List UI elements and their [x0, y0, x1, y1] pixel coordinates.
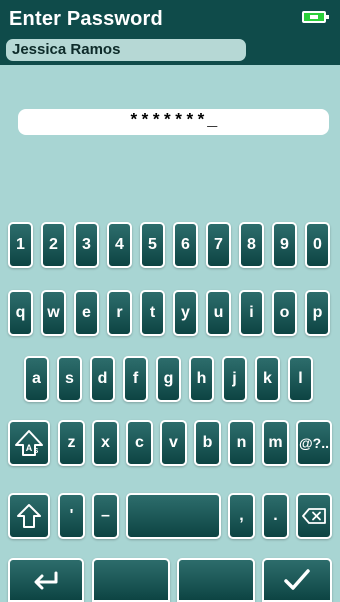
battery-charging-icon — [302, 11, 329, 23]
key-8[interactable]: 8 — [239, 222, 264, 268]
caps-shift-icon: A S — [15, 430, 43, 456]
shift-arrow-icon — [17, 504, 41, 528]
backspace-icon — [302, 508, 326, 524]
backspace-button[interactable] — [296, 493, 332, 539]
key-g[interactable]: g — [156, 356, 181, 402]
key-b[interactable]: b — [194, 420, 221, 466]
key-7[interactable]: 7 — [206, 222, 231, 268]
key-e[interactable]: e — [74, 290, 99, 336]
key-m[interactable]: m — [262, 420, 289, 466]
key-w[interactable]: w — [41, 290, 66, 336]
key-0[interactable]: 0 — [305, 222, 330, 268]
checkmark-icon — [284, 569, 310, 590]
key-o[interactable]: o — [272, 290, 297, 336]
header-bar: Enter Password Jessica Ramos — [0, 0, 340, 65]
key-q[interactable]: q — [8, 290, 33, 336]
user-name-field[interactable]: Jessica Ramos — [6, 39, 246, 61]
caps-toggle-button[interactable]: A S — [8, 420, 50, 466]
svg-text:S: S — [34, 448, 39, 455]
key-i[interactable]: i — [239, 290, 264, 336]
key-c[interactable]: c — [126, 420, 153, 466]
return-arrow-icon — [34, 571, 58, 590]
key-t[interactable]: t — [140, 290, 165, 336]
key-f[interactable]: f — [123, 356, 148, 402]
key-l[interactable]: l — [288, 356, 313, 402]
key-a[interactable]: a — [24, 356, 49, 402]
key-k[interactable]: k — [255, 356, 280, 402]
space-bar[interactable] — [126, 493, 221, 539]
comma-key[interactable]: , — [228, 493, 255, 539]
key-3[interactable]: 3 — [74, 222, 99, 268]
bottom-blank-button-2[interactable] — [177, 558, 255, 602]
key-d[interactable]: d — [90, 356, 115, 402]
key-4[interactable]: 4 — [107, 222, 132, 268]
key-n[interactable]: n — [228, 420, 255, 466]
svg-text:A: A — [26, 443, 33, 453]
key-v[interactable]: v — [160, 420, 187, 466]
key-x[interactable]: x — [92, 420, 119, 466]
bottom-blank-button-1[interactable] — [92, 558, 170, 602]
key-p[interactable]: p — [305, 290, 330, 336]
return-button[interactable] — [8, 558, 84, 602]
key-y[interactable]: y — [173, 290, 198, 336]
key-r[interactable]: r — [107, 290, 132, 336]
key-s[interactable]: s — [57, 356, 82, 402]
key-2[interactable]: 2 — [41, 222, 66, 268]
password-input[interactable]: *******_ — [18, 109, 329, 135]
key-h[interactable]: h — [189, 356, 214, 402]
dash-key[interactable]: – — [92, 493, 119, 539]
key-j[interactable]: j — [222, 356, 247, 402]
shift-button[interactable] — [8, 493, 50, 539]
key-u[interactable]: u — [206, 290, 231, 336]
key-9[interactable]: 9 — [272, 222, 297, 268]
apostrophe-key[interactable]: ' — [58, 493, 85, 539]
key-5[interactable]: 5 — [140, 222, 165, 268]
period-key[interactable]: . — [262, 493, 289, 539]
key-1[interactable]: 1 — [8, 222, 33, 268]
confirm-button[interactable] — [262, 558, 332, 602]
key-z[interactable]: z — [58, 420, 85, 466]
page-title: Enter Password — [9, 8, 163, 30]
key-6[interactable]: 6 — [173, 222, 198, 268]
symbols-button[interactable]: @?.. — [296, 420, 332, 466]
